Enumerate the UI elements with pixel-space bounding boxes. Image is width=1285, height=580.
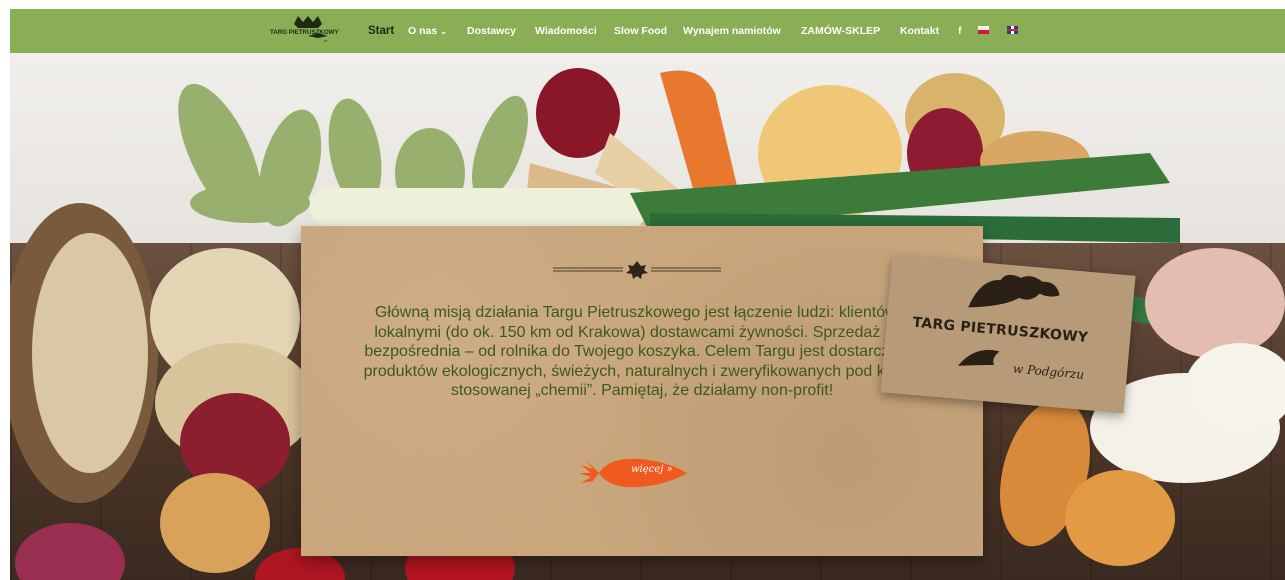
- leaf-divider-icon: [553, 261, 721, 279]
- nav-wynajem-namiotow[interactable]: Wynajem namiotów: [683, 21, 781, 41]
- carrot-icon: [599, 458, 687, 488]
- parsley-leaf-icon: [958, 349, 1000, 366]
- parsley-logo-icon: [968, 274, 1060, 308]
- flag-uk-icon[interactable]: [1007, 26, 1018, 34]
- mission-text: Główną misją działania Targu Pietruszkow…: [363, 304, 921, 399]
- chevron-down-icon: ⌄: [440, 27, 447, 36]
- flag-pl-icon[interactable]: [978, 26, 989, 34]
- nav-dostawcy[interactable]: Dostawcy: [467, 21, 516, 41]
- nav-o-nas-label: O nas: [408, 25, 438, 37]
- nav-kontakt[interactable]: Kontakt: [900, 21, 939, 41]
- svg-text:w: w: [324, 38, 328, 43]
- nav-slow-food[interactable]: Slow Food: [614, 21, 667, 41]
- facebook-icon[interactable]: f: [958, 21, 962, 41]
- brand-tag-subtitle: w Podgórzu: [1012, 361, 1085, 382]
- nav-start[interactable]: Start: [368, 21, 394, 41]
- page: TARG PIETRUSZKOWY w Start O nas ⌄ Dostawc…: [10, 9, 1285, 580]
- site-logo[interactable]: TARG PIETRUSZKOWY w: [268, 14, 354, 44]
- logo-text: TARG PIETRUSZKOWY: [270, 29, 340, 36]
- hero-section: Główną misją działania Targu Pietruszkow…: [10, 53, 1285, 580]
- more-button[interactable]: [579, 448, 689, 498]
- nav-zamow-sklep[interactable]: ZAMÓW-SKLEP: [801, 21, 880, 41]
- nav-wiadomosci[interactable]: Wiadomości: [535, 21, 597, 41]
- nav-o-nas[interactable]: O nas ⌄: [408, 21, 447, 41]
- top-navbar: TARG PIETRUSZKOWY w Start O nas ⌄ Dostawc…: [10, 9, 1285, 53]
- brand-tag: TARG PIETRUSZKOWY w Podgórzu: [880, 254, 1136, 414]
